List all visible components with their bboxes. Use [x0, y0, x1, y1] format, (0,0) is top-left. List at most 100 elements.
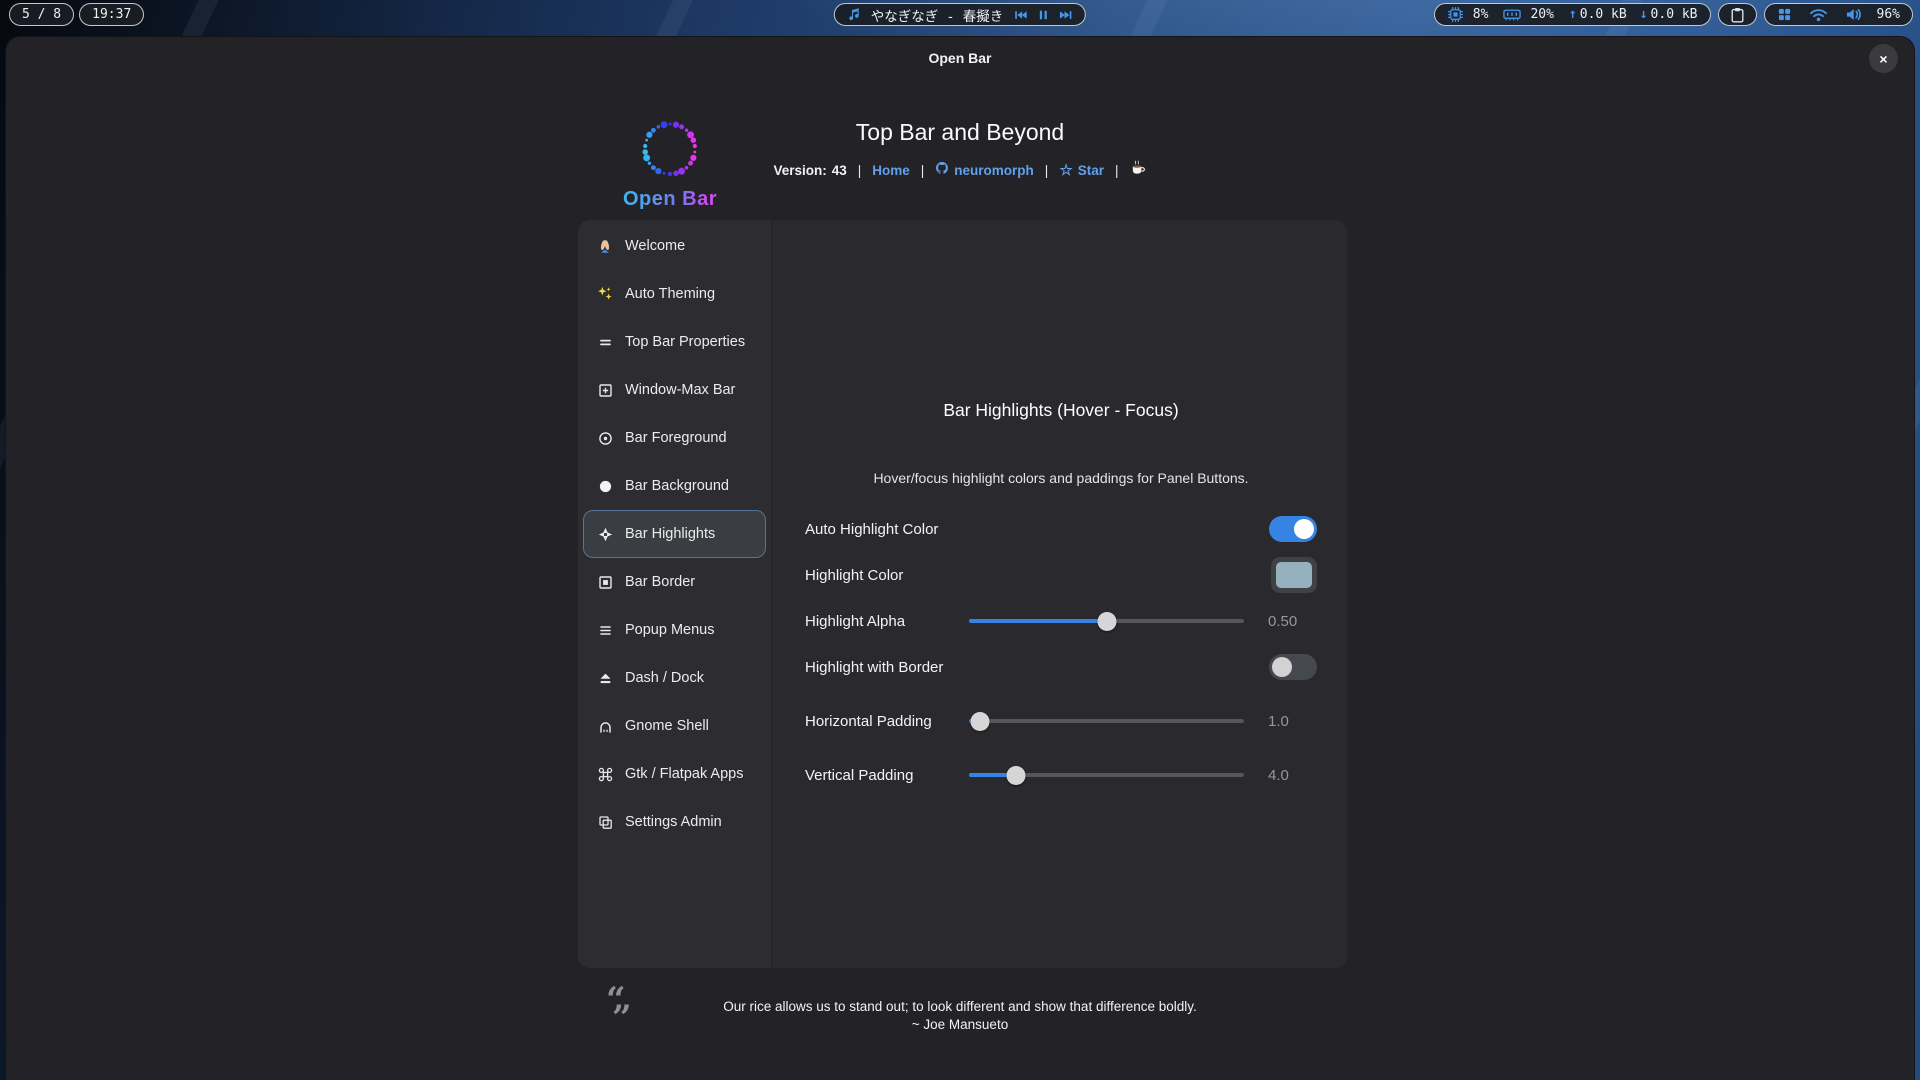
- sidebar-item-label: Top Bar Properties: [625, 334, 745, 350]
- setting-label: Highlight with Border: [805, 659, 1269, 676]
- slider-track[interactable]: [969, 773, 1244, 777]
- sidebar-item-welcome[interactable]: Welcome: [583, 222, 766, 270]
- clock-label: 19:37: [92, 7, 131, 22]
- clipboard-pill[interactable]: [1718, 3, 1757, 26]
- menu-lines-icon: [596, 621, 614, 639]
- setting-label: Auto Highlight Color: [805, 521, 1269, 538]
- openbar-logo-text: Open Bar: [612, 188, 728, 211]
- sidebar-item-label: Bar Foreground: [625, 430, 727, 446]
- slider-value: 1.0: [1268, 713, 1317, 730]
- separator: |: [1045, 161, 1049, 181]
- workspace-label: 5 / 8: [22, 7, 61, 22]
- sidebar-item-label: Bar Background: [625, 478, 729, 494]
- github-user: neuromorph: [954, 161, 1034, 181]
- sidebar-item-bar-border[interactable]: Bar Border: [583, 558, 766, 606]
- clock[interactable]: 19:37: [79, 3, 144, 26]
- color-picker-button[interactable]: [1271, 557, 1317, 593]
- coffee-icon[interactable]: [1130, 159, 1147, 182]
- sparkles-icon: [596, 285, 614, 303]
- slider-knob[interactable]: [1097, 612, 1116, 631]
- slider-track[interactable]: [969, 619, 1244, 623]
- sidebar-item-settings-admin[interactable]: Settings Admin: [583, 798, 766, 846]
- workspace-indicator[interactable]: 5 / 8: [9, 3, 74, 26]
- quote-icon: “ ”: [600, 992, 632, 1026]
- window-title: Open Bar: [928, 50, 991, 66]
- gnome-icon: [596, 717, 614, 735]
- circle-dot-icon: [596, 429, 614, 447]
- net-download-icon: ↓: [1640, 7, 1648, 22]
- slider-fill: [969, 619, 1107, 623]
- setting-row-vertical-padding: Vertical Padding 4.0: [805, 752, 1317, 798]
- toggle-switch[interactable]: [1269, 654, 1317, 680]
- system-stats-pill[interactable]: 8% 20% ↑ 0.0 kB ↓ 0.0 kB: [1434, 3, 1711, 26]
- star-label: Star: [1078, 161, 1104, 181]
- sidebar-item-label: Dash / Dock: [625, 670, 704, 686]
- setting-label: Vertical Padding: [805, 767, 969, 784]
- sidebar-item-bar-highlights[interactable]: Bar Highlights: [583, 510, 766, 558]
- setting-row-highlight-color: Highlight Color: [805, 552, 1317, 598]
- extension-header: Open Bar Top Bar and Beyond Version: 43 …: [6, 79, 1914, 220]
- sidebar: Welcome Auto Theming Top Bar Properties Win…: [578, 220, 772, 968]
- quick-settings-pill[interactable]: 96%: [1764, 3, 1913, 26]
- home-link[interactable]: Home: [872, 161, 910, 181]
- setting-label: Horizontal Padding: [805, 713, 969, 730]
- sidebar-item-gnome-shell[interactable]: Gnome Shell: [583, 702, 766, 750]
- separator: |: [921, 161, 925, 181]
- setting-row-highlight-with-border: Highlight with Border: [805, 644, 1317, 690]
- close-icon: ×: [1879, 51, 1887, 67]
- setting-row-auto-highlight-color: Auto Highlight Color: [805, 506, 1317, 552]
- open-bar-preferences-window: Open Bar × Open Bar Top Bar and Beyond V…: [6, 37, 1914, 1080]
- sidebar-item-dash-dock[interactable]: Dash / Dock: [583, 654, 766, 702]
- net-upload-rate: 0.0 kB: [1580, 7, 1627, 22]
- clipboard-icon: [1731, 7, 1744, 23]
- sidebar-item-label: Settings Admin: [625, 814, 722, 830]
- apps-grid-icon: [1777, 7, 1792, 22]
- sidebar-item-window-max-bar[interactable]: Window-Max Bar: [583, 366, 766, 414]
- sidebar-item-top-bar-properties[interactable]: Top Bar Properties: [583, 318, 766, 366]
- sidebar-item-label: Window-Max Bar: [625, 382, 735, 398]
- setting-label: Highlight Alpha: [805, 613, 969, 630]
- sidebar-item-popup-menus[interactable]: Popup Menus: [583, 606, 766, 654]
- battery-percent: 96%: [1877, 7, 1900, 22]
- sidebar-item-gtk-flatpak-apps[interactable]: Gtk / Flatpak Apps: [583, 750, 766, 798]
- github-link[interactable]: neuromorph: [935, 161, 1034, 181]
- slider-track[interactable]: [969, 719, 1244, 723]
- media-next-icon[interactable]: [1059, 8, 1073, 22]
- window-plus-icon: [596, 381, 614, 399]
- sidebar-item-bar-foreground[interactable]: Bar Foreground: [583, 414, 766, 462]
- sidebar-item-label: Popup Menus: [625, 622, 714, 638]
- media-previous-icon[interactable]: [1014, 8, 1028, 22]
- star-link[interactable]: ☆ Star: [1059, 161, 1104, 181]
- command-icon: [596, 765, 614, 783]
- filled-circle-icon: [596, 477, 614, 495]
- slider-knob[interactable]: [971, 712, 990, 731]
- toggle-switch[interactable]: [1269, 516, 1317, 542]
- version-value: 43: [832, 161, 847, 181]
- media-title: やなぎなぎ - 春擬き: [871, 5, 1003, 25]
- toggle-knob: [1294, 519, 1314, 539]
- page-title: Top Bar and Beyond: [6, 118, 1914, 146]
- sidebar-item-label: Gnome Shell: [625, 718, 709, 734]
- media-player-pill[interactable]: やなぎなぎ - 春擬き: [834, 3, 1086, 26]
- version-label: Version:: [773, 161, 826, 181]
- titlebar[interactable]: Open Bar ×: [6, 37, 1914, 79]
- slider-knob[interactable]: [1006, 766, 1025, 785]
- volume-icon: [1845, 7, 1862, 22]
- version-row: Version: 43 | Home | neuromorph | ☆ Star…: [773, 159, 1146, 182]
- sidebar-item-bar-background[interactable]: Bar Background: [583, 462, 766, 510]
- media-pause-icon[interactable]: [1037, 8, 1050, 22]
- slider-value: 4.0: [1268, 767, 1317, 784]
- sidebar-item-label: Auto Theming: [625, 286, 715, 302]
- cross-icon: [596, 525, 614, 543]
- net-download-rate: 0.0 kB: [1651, 7, 1698, 22]
- setting-row-horizontal-padding: Horizontal Padding 1.0: [805, 698, 1317, 744]
- separator: |: [858, 161, 862, 181]
- cpu-usage: 8%: [1473, 7, 1489, 22]
- color-swatch: [1276, 562, 1312, 588]
- memory-icon: [1503, 8, 1521, 22]
- star-icon: ☆: [1059, 161, 1072, 181]
- preferences-card: Welcome Auto Theming Top Bar Properties Win…: [578, 220, 1347, 968]
- net-upload-icon: ↑: [1569, 7, 1577, 22]
- close-button[interactable]: ×: [1869, 44, 1898, 73]
- sidebar-item-auto-theming[interactable]: Auto Theming: [583, 270, 766, 318]
